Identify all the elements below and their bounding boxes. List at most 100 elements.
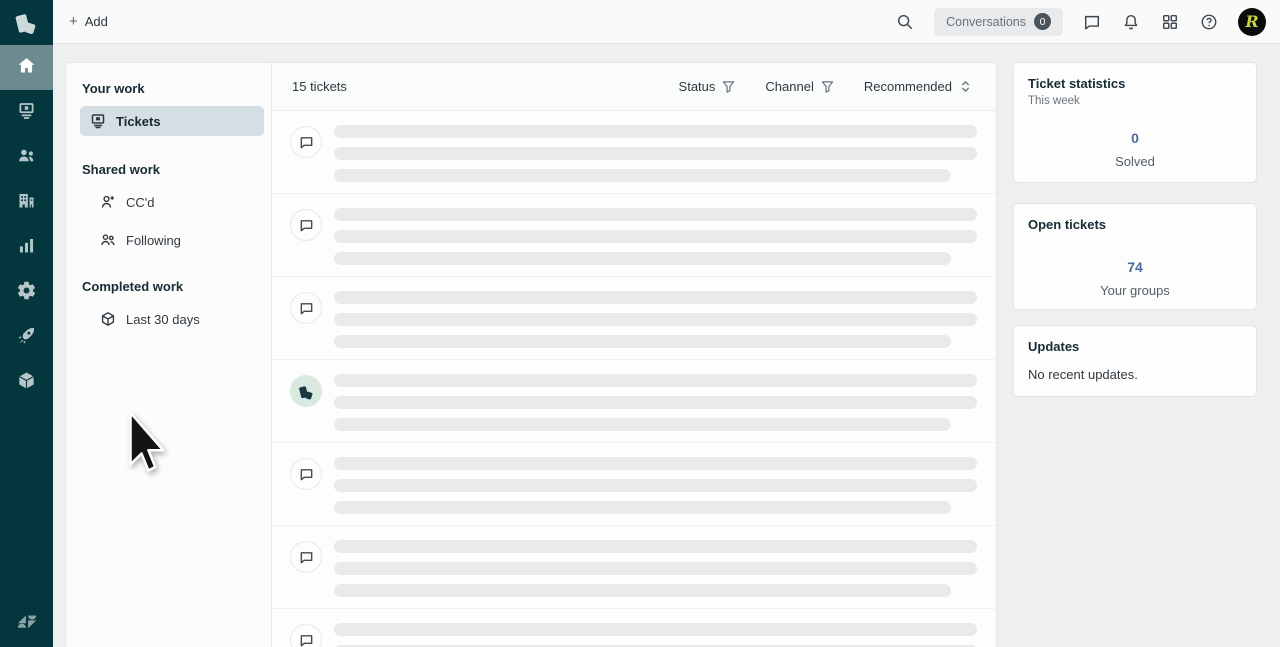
nav-products[interactable] — [0, 360, 53, 405]
nav-views[interactable] — [0, 90, 53, 135]
ticket-row[interactable] — [272, 194, 996, 277]
section-title-completed-work: Completed work — [82, 279, 259, 294]
nav-customers[interactable] — [0, 135, 53, 180]
skeleton-bar — [334, 252, 951, 265]
zendesk-logo — [0, 597, 53, 647]
updates-body: No recent updates. — [1028, 367, 1242, 382]
logo-shape — [24, 22, 36, 34]
skeleton-bar — [334, 396, 977, 409]
skeleton-bar — [334, 291, 977, 304]
add-button[interactable]: + Add — [69, 14, 108, 29]
nav-admin[interactable] — [0, 270, 53, 315]
topbar-actions: Conversations 0 R — [895, 8, 1266, 36]
ticket-row-avatar — [290, 292, 322, 324]
chat-bubble-icon — [290, 292, 322, 324]
skeleton-bar — [334, 230, 977, 243]
main-sheet: Your work Tickets Shared work CC'd Follo… — [65, 62, 997, 647]
ticket-list-panel: 15 tickets Status Channel Recommended — [271, 63, 996, 647]
ticket-count: 15 tickets — [292, 79, 347, 94]
skeleton-text — [334, 374, 977, 442]
conversations-button[interactable]: Conversations 0 — [934, 8, 1063, 36]
skeleton-bar — [334, 479, 977, 492]
cube-icon — [100, 311, 116, 327]
card-subtitle: This week — [1028, 95, 1242, 107]
open-tickets-card: Open tickets 74 Your groups — [1013, 203, 1257, 310]
sidebar-item-tickets[interactable]: Tickets — [80, 106, 264, 136]
skeleton-text — [334, 540, 977, 608]
ticket-icon — [90, 113, 106, 129]
skeleton-text — [334, 291, 977, 359]
chat-bubble-icon — [290, 458, 322, 490]
skeleton-text — [334, 623, 977, 647]
skeleton-bar — [334, 562, 977, 575]
person-add-icon — [100, 194, 116, 210]
ticket-statistics-card: Ticket statistics This week 0 Solved — [1013, 62, 1257, 183]
plus-icon: + — [69, 14, 78, 29]
user-avatar[interactable]: R — [1238, 8, 1266, 36]
status-filter-button[interactable]: Status — [679, 79, 736, 94]
chat-bubble-icon — [290, 624, 322, 647]
work-sidebar: Your work Tickets Shared work CC'd Follo… — [66, 63, 271, 647]
sidebar-item-label: Following — [126, 233, 181, 248]
skeleton-bar — [334, 418, 951, 431]
ticket-row-avatar — [290, 624, 322, 647]
ticket-row-avatar — [290, 126, 322, 158]
apps-grid-icon[interactable] — [1160, 12, 1180, 32]
status-filter-label: Status — [679, 79, 716, 94]
chat-bubble-icon — [290, 209, 322, 241]
nav-organizations[interactable] — [0, 180, 53, 225]
section-title-shared-work: Shared work — [82, 162, 259, 177]
bot-avatar — [290, 375, 322, 407]
section-title-your-work: Your work — [82, 81, 259, 96]
skeleton-bar — [334, 208, 977, 221]
sidebar-item-label: Last 30 days — [126, 312, 200, 327]
avatar-letter: R — [1245, 12, 1258, 31]
skeleton-bar — [334, 313, 977, 326]
skeleton-bar — [334, 169, 951, 182]
sort-recommended-button[interactable]: Recommended — [864, 79, 972, 94]
card-title: Updates — [1028, 339, 1242, 354]
ticket-list-header: 15 tickets Status Channel Recommended — [272, 63, 996, 111]
views-icon — [16, 100, 37, 126]
skeleton-bar — [334, 540, 977, 553]
channel-filter-label: Channel — [765, 79, 813, 94]
top-bar: + Add Conversations 0 R — [53, 0, 1280, 44]
skeleton-bar — [334, 374, 977, 387]
rocket-icon — [16, 325, 37, 351]
skeleton-bar — [334, 335, 951, 348]
ticket-row[interactable] — [272, 360, 996, 443]
filter-funnel-icon — [821, 80, 834, 93]
reporting-icon — [16, 235, 37, 261]
ticket-row-avatar — [290, 541, 322, 573]
bell-icon[interactable] — [1121, 12, 1141, 32]
nav-home[interactable] — [0, 45, 53, 90]
sort-label: Recommended — [864, 79, 952, 94]
add-button-label: Add — [85, 14, 108, 29]
sidebar-item-following[interactable]: Following — [82, 227, 259, 253]
ticket-row[interactable] — [272, 443, 996, 526]
solved-label: Solved — [1028, 154, 1242, 169]
sidebar-item-ccd[interactable]: CC'd — [82, 189, 259, 215]
skeleton-bar — [334, 457, 977, 470]
nav-getting-started[interactable] — [0, 315, 53, 360]
search-icon[interactable] — [895, 12, 915, 32]
sidebar-item-last-30-days[interactable]: Last 30 days — [82, 306, 259, 332]
ticket-list-rows — [272, 111, 996, 647]
ticket-row[interactable] — [272, 526, 996, 609]
ticket-row[interactable] — [272, 277, 996, 360]
nav-reporting[interactable] — [0, 225, 53, 270]
ticket-row-avatar — [290, 209, 322, 241]
conversations-count-badge: 0 — [1034, 13, 1051, 30]
organizations-icon — [16, 190, 37, 216]
sidebar-item-label: Tickets — [116, 114, 161, 129]
customers-icon — [16, 145, 37, 171]
ticket-row[interactable] — [272, 609, 996, 647]
gear-icon — [16, 280, 37, 306]
ticket-row[interactable] — [272, 111, 996, 194]
help-icon[interactable] — [1199, 12, 1219, 32]
skeleton-text — [334, 208, 977, 276]
filter-funnel-icon — [722, 80, 735, 93]
chat-icon[interactable] — [1082, 12, 1102, 32]
product-logo — [0, 0, 53, 45]
channel-filter-button[interactable]: Channel — [765, 79, 833, 94]
